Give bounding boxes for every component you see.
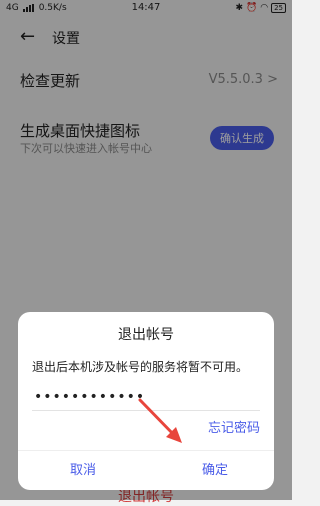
dialog-button-row: 取消 确定 xyxy=(18,450,274,485)
password-field[interactable] xyxy=(32,386,216,408)
dialog-message: 退出后本机涉及帐号的服务将暂不可用。 xyxy=(32,360,249,374)
cancel-button[interactable]: 取消 xyxy=(70,459,96,478)
confirm-button[interactable]: 确定 xyxy=(202,459,228,478)
password-divider xyxy=(32,410,260,411)
forgot-password-link[interactable]: 忘记密码 xyxy=(208,417,260,436)
logout-dialog: 退出帐号 退出后本机涉及帐号的服务将暂不可用。 忘记密码 取消 确定 xyxy=(18,312,274,490)
dialog-title: 退出帐号 xyxy=(118,327,174,343)
